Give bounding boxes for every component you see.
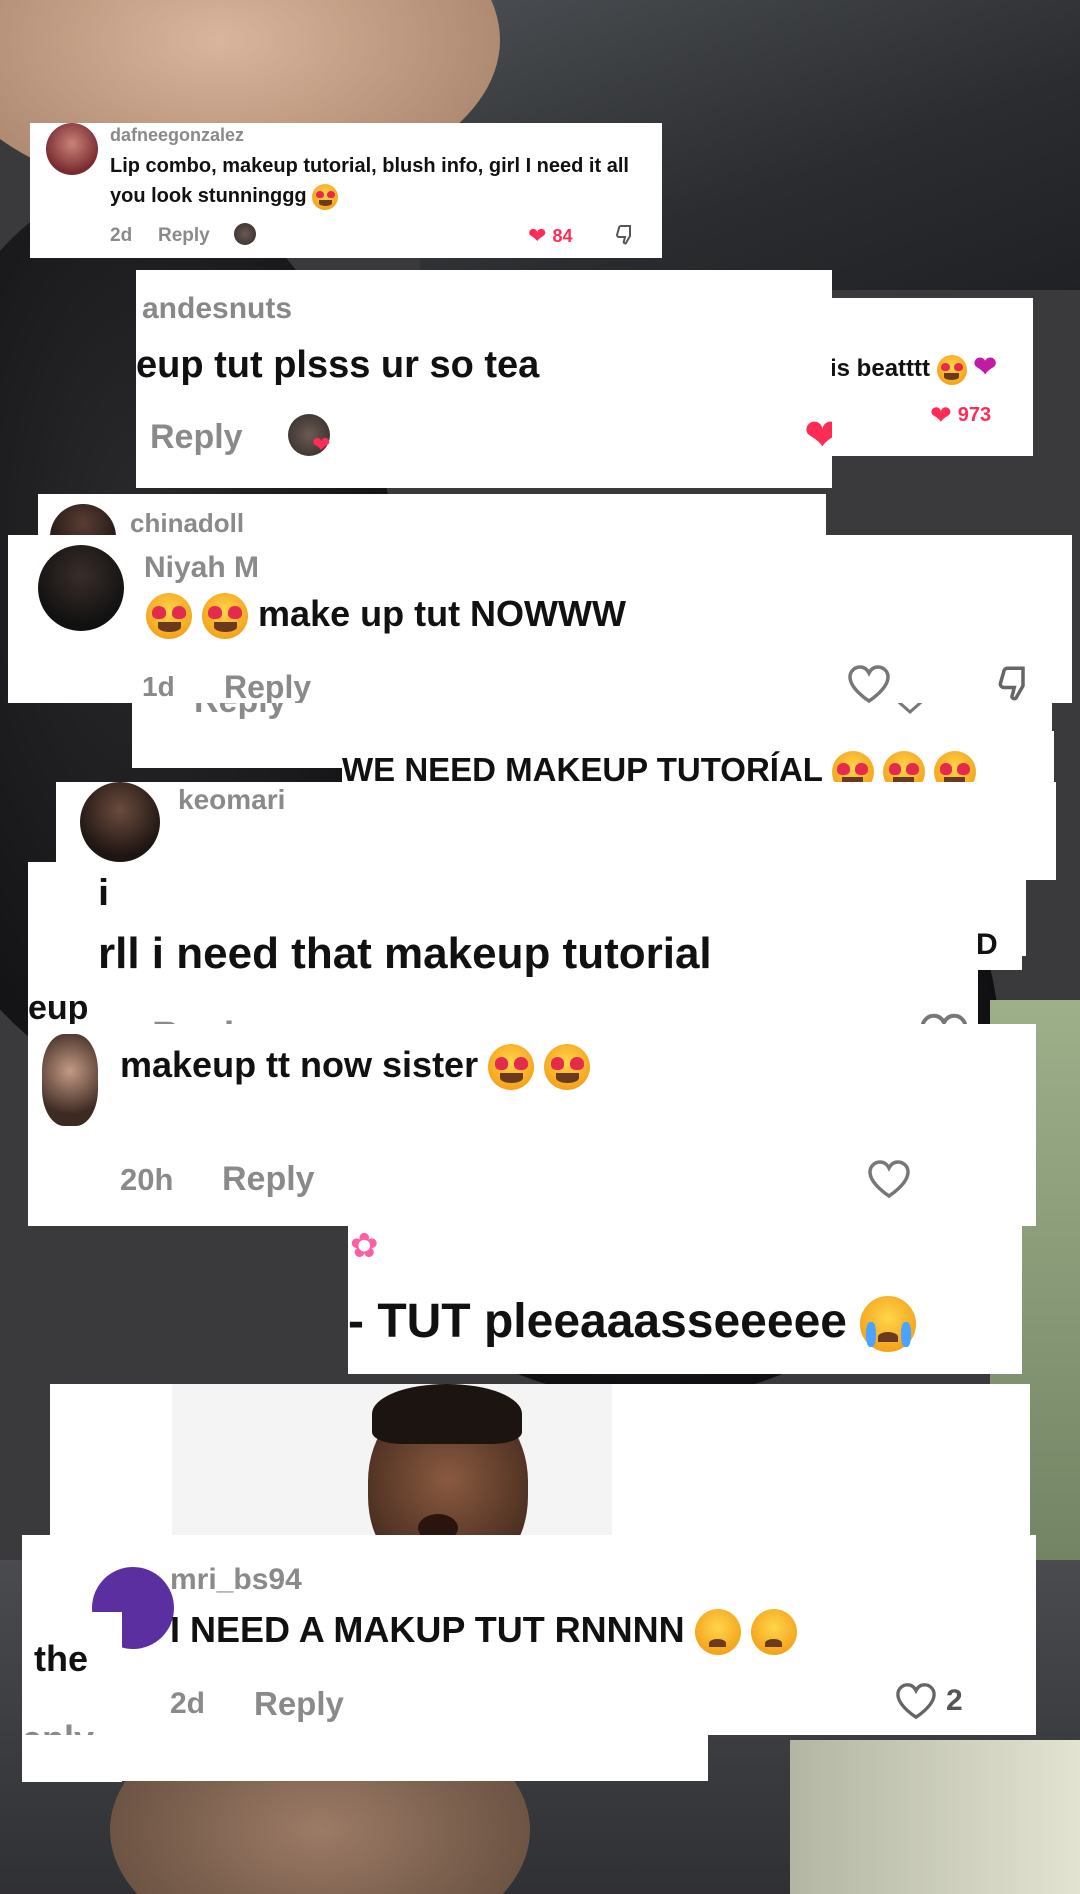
car-window (790, 1740, 1080, 1894)
comment-text: - TUT pleeaaasseeeee (348, 1294, 917, 1353)
comment-username: dafneegonzalez (110, 125, 245, 145)
reply-button[interactable]: Reply (150, 418, 243, 457)
reply-button[interactable]: Reply (254, 1685, 344, 1723)
comment-time: 2d (110, 225, 133, 246)
image-comment-card (50, 1384, 1030, 1550)
like-button[interactable]: ❤ 84 (528, 223, 572, 249)
heart-filled-icon: ❤ (930, 400, 952, 430)
comment-text-span: - TUT pleeaaasseeeee (348, 1295, 847, 1348)
comment-username: keomari (178, 784, 286, 815)
weary-emoji (750, 1609, 797, 1656)
comment-text-fragment: the (34, 1638, 88, 1679)
comment-text-span: I NEED A MAKUP TUT RNNNN (170, 1609, 685, 1650)
user-avatar (42, 1034, 98, 1126)
like-button[interactable]: ❤ 973 (930, 400, 991, 431)
comment-card-bottom (22, 1735, 708, 1781)
comment-text: makeup tt now sister (120, 1044, 591, 1091)
comment-text-span: is beatttt (830, 355, 931, 382)
heart-eyes-emoji (202, 593, 249, 640)
comment-text-fragment: eup (28, 989, 89, 1027)
creator-avatar (234, 223, 256, 245)
comment-text: rll i need that makeup tutorial (98, 929, 712, 978)
comment-card: makeup tt now sister 20h Reply (28, 1024, 1036, 1226)
comment-text: eup tut plsss ur so tea (136, 344, 540, 386)
comment-card: is beatttt ❤ ❤ 973 (830, 298, 1033, 456)
user-avatar (46, 123, 98, 175)
loudly-crying-emoji (860, 1296, 917, 1353)
heart-filled-icon: ❤ (528, 223, 547, 248)
heart-eyes-emoji (936, 354, 967, 385)
comment-text: is beatttt ❤ (830, 350, 997, 385)
dislike-icon[interactable] (614, 223, 638, 247)
reply-button[interactable]: Reply (224, 669, 311, 703)
user-avatar (80, 782, 160, 862)
user-avatar (38, 545, 124, 631)
comment-card: D (962, 922, 1022, 970)
dislike-icon[interactable] (994, 663, 1038, 703)
comment-card: ✿ - TUT pleeaaasseeeee (348, 1226, 1022, 1374)
comment-time: 1d (142, 671, 175, 702)
heart-eyes-emoji (146, 593, 192, 640)
small-heart-icon: ❤ (312, 432, 331, 457)
reply-button[interactable]: Reply (222, 1160, 315, 1199)
heart-eyes-emoji (488, 1044, 535, 1091)
comment-text-span: Lip combo, makeup tutorial, blush info, … (110, 155, 629, 207)
reaction-hair (372, 1384, 522, 1444)
comment-card: mri_bs94 I NEED A MAKUP TUT RNNNN 2d Rep… (22, 1535, 1036, 1735)
heart-outline-icon[interactable] (846, 663, 892, 703)
comment-text: Lip combo, makeup tutorial, blush info, … (110, 151, 630, 211)
comment-username: andesnuts (142, 292, 293, 325)
heart-eyes-emoji (544, 1044, 591, 1091)
comment-username: mri_bs94 (170, 1563, 302, 1596)
comment-text: make up tut NOWWW (146, 593, 626, 640)
comment-username: Niyah M (144, 551, 260, 584)
heart-eyes-emoji (312, 183, 339, 210)
comment-time: 2d (170, 1687, 206, 1720)
weary-emoji (694, 1609, 741, 1656)
comment-card: andesnuts eup tut plsss ur so tea Reply … (136, 270, 832, 488)
comment-card: dafneegonzalez Lip combo, makeup tutoria… (30, 123, 662, 258)
comment-text-span: makeup tt now sister (120, 1044, 479, 1085)
bow-emoji: ✿ (350, 1227, 379, 1265)
like-heart-icon[interactable]: ❤ (804, 410, 832, 461)
reaction-image (172, 1384, 612, 1550)
comment-time: 20h (120, 1162, 174, 1197)
like-button[interactable]: 2 (894, 1681, 963, 1721)
reply-button[interactable]: Reply (158, 225, 210, 247)
purple-heart-emoji: ❤ (973, 351, 997, 382)
heart-outline-icon[interactable] (866, 1158, 912, 1200)
comment-text: I NEED A MAKUP TUT RNNNN (170, 1609, 797, 1656)
like-count: 973 (957, 404, 992, 426)
like-count: 2 (946, 1684, 963, 1717)
comment-text-fragment: D (976, 928, 998, 961)
comment-text-span: make up tut NOWWW (258, 593, 626, 634)
heart-outline-icon (896, 1683, 936, 1720)
like-count: 84 (552, 225, 573, 246)
comment-card: Niyah M make up tut NOWWW 1d Reply (8, 535, 1072, 703)
